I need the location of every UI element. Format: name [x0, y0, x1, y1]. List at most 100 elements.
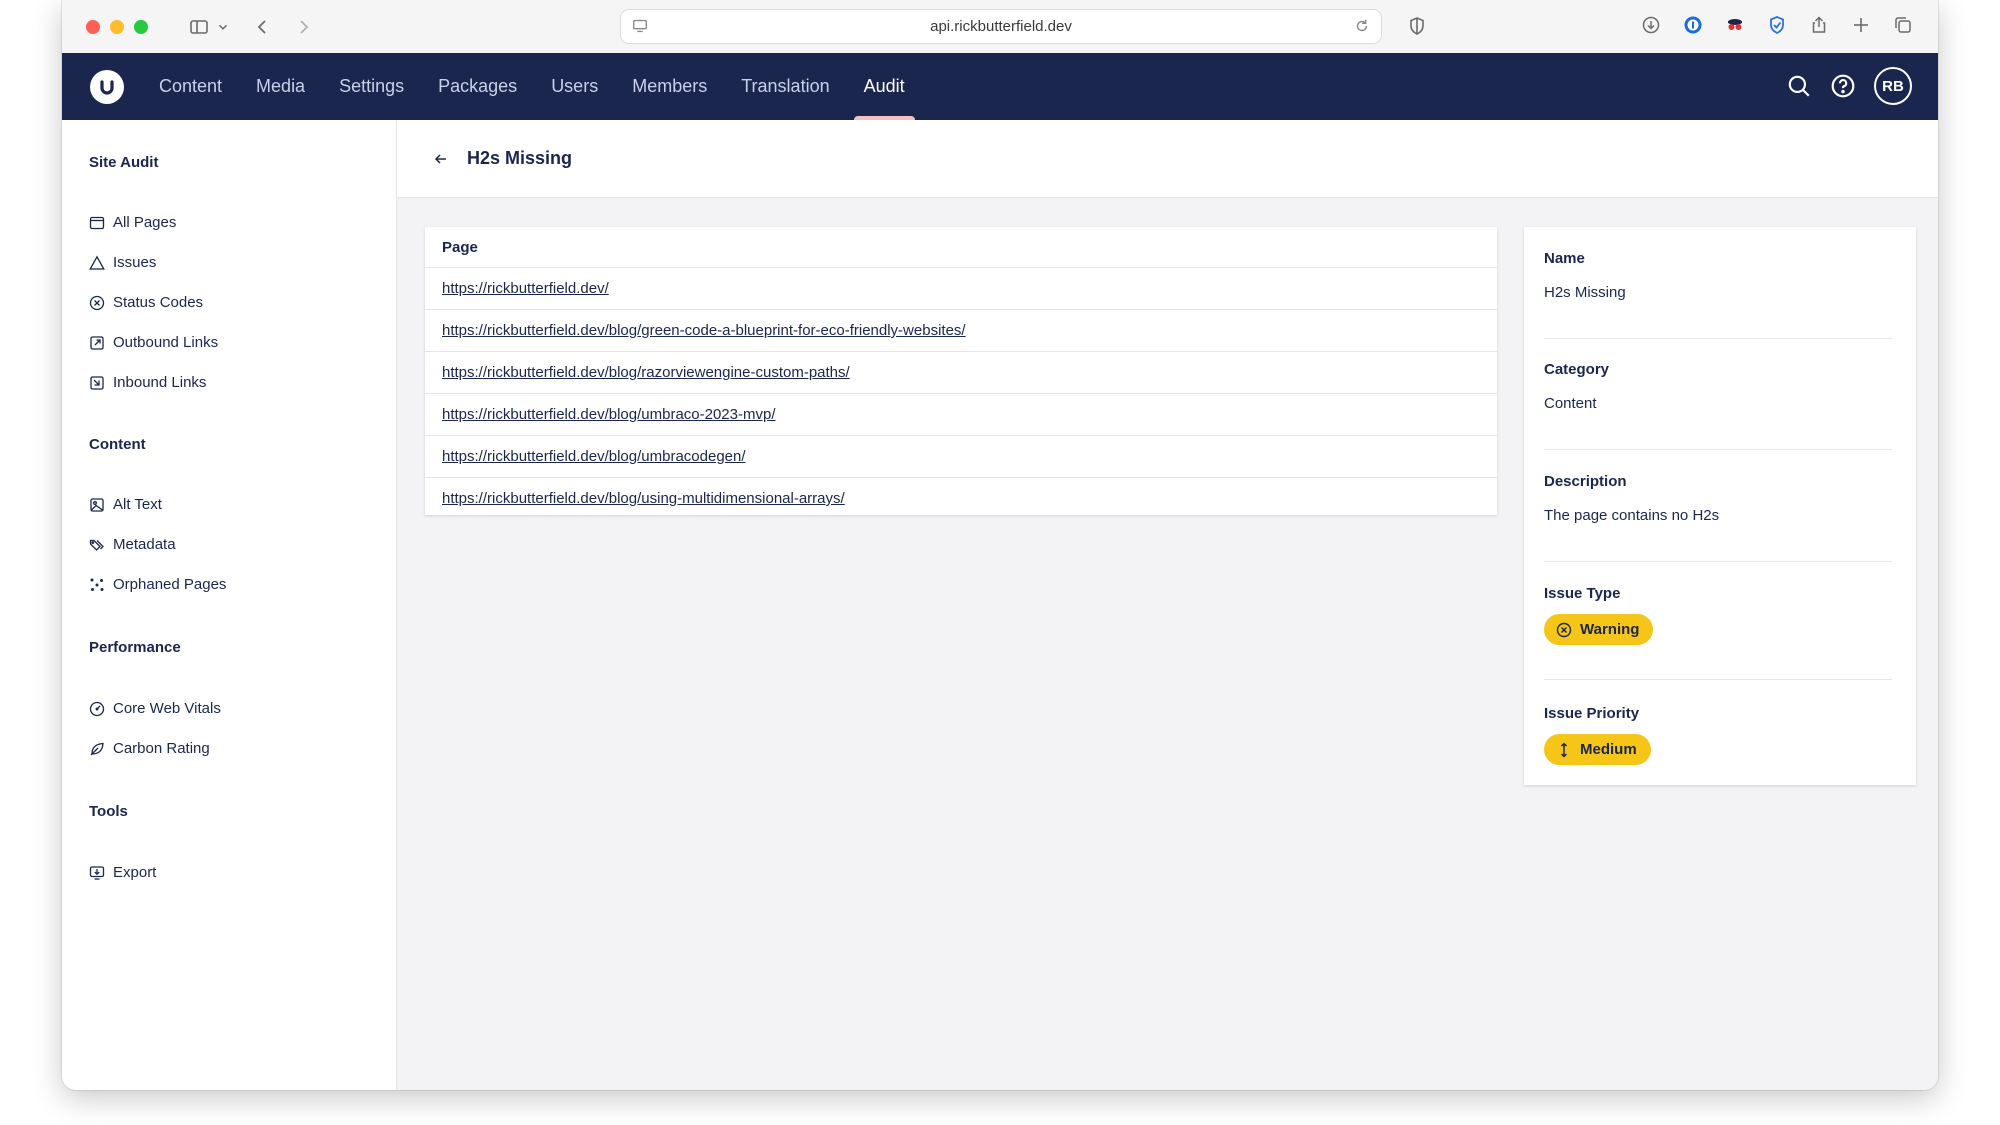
- sidebar-item-export[interactable]: Export: [89, 864, 156, 881]
- password-manager-icon[interactable]: [1678, 10, 1708, 40]
- back-button[interactable]: [429, 147, 453, 171]
- detail-name: Name H2s Missing: [1544, 250, 1892, 339]
- page-link[interactable]: https://rickbutterfield.dev/: [442, 280, 609, 297]
- nav-settings[interactable]: Settings: [322, 53, 421, 120]
- sidebar-item-orphaned-pages[interactable]: Orphaned Pages: [89, 576, 226, 593]
- arrow-left-icon: [434, 153, 446, 164]
- tab-overview-icon[interactable]: [1888, 10, 1918, 40]
- address-bar[interactable]: api.rickbutterfield.dev: [620, 9, 1382, 44]
- sidebar-item-status-codes[interactable]: Status Codes: [89, 294, 203, 311]
- reload-icon[interactable]: [1353, 17, 1371, 35]
- external-link-icon: [90, 335, 104, 350]
- sidebar-item-label: Carbon Rating: [113, 740, 210, 757]
- detail-label: Category: [1544, 361, 1610, 378]
- main-nav: Content Media Settings Packages Users Me…: [142, 53, 922, 120]
- user-avatar[interactable]: RB: [1874, 67, 1912, 105]
- detail-value: Content: [1544, 395, 1597, 412]
- issue-priority-badge: Medium: [1544, 734, 1651, 765]
- table-row: https://rickbutterfield.dev/blog/razorvi…: [425, 352, 1497, 394]
- circle-x-icon: [89, 295, 105, 310]
- chevron-down-icon[interactable]: [214, 12, 232, 42]
- sidebar-item-label: Export: [113, 864, 157, 881]
- image-icon: [90, 497, 104, 512]
- warning-triangle-icon: [89, 254, 105, 270]
- circle-x-icon: [1556, 622, 1572, 637]
- close-window-button[interactable]: [86, 19, 100, 34]
- new-tab-icon[interactable]: [1846, 10, 1876, 40]
- sidebar-toggle-icon[interactable]: [184, 12, 214, 42]
- detail-label: Issue Priority: [1544, 705, 1640, 722]
- sidebar-group-content: Content: [89, 436, 146, 453]
- shield-check-icon[interactable]: [1762, 10, 1792, 40]
- privacy-shield-icon[interactable]: [1402, 11, 1432, 41]
- detail-category: Category Content: [1544, 361, 1892, 450]
- nav-media[interactable]: Media: [239, 53, 322, 120]
- nav-translation[interactable]: Translation: [724, 53, 846, 120]
- nav-users[interactable]: Users: [534, 53, 615, 120]
- forward-icon[interactable]: [288, 12, 318, 42]
- sidebar-group-site-audit: Site Audit: [89, 154, 159, 171]
- zoom-window-button[interactable]: [134, 19, 148, 34]
- help-icon[interactable]: [1830, 73, 1856, 99]
- sidebar-item-label: Orphaned Pages: [113, 576, 227, 593]
- scatter-icon: [90, 578, 104, 591]
- sidebar-item-carbon-rating[interactable]: Carbon Rating: [89, 740, 210, 757]
- tags-icon: [89, 539, 104, 551]
- browser-extensions: [1636, 10, 1918, 40]
- sidebar-item-label: All Pages: [113, 214, 177, 231]
- sidebar-item-metadata[interactable]: Metadata: [89, 536, 176, 553]
- nav-audit[interactable]: Audit: [847, 53, 922, 120]
- app-header: Content Media Settings Packages Users Me…: [62, 53, 1938, 120]
- nav-packages[interactable]: Packages: [421, 53, 534, 120]
- sidebar: Site Audit All Pages Issues Status Codes…: [62, 120, 397, 1090]
- sidebar-item-alt-text[interactable]: Alt Text: [89, 496, 162, 513]
- browser-toolbar: api.rickbutterfield.dev: [62, 0, 1938, 54]
- minimize-window-button[interactable]: [110, 19, 124, 34]
- detail-issue-type: Issue Type Warning: [1544, 585, 1892, 680]
- nav-members[interactable]: Members: [615, 53, 724, 120]
- issue-type-badge: Warning: [1544, 614, 1654, 645]
- gauge-icon: [89, 701, 105, 716]
- page-title: H2s Missing: [467, 148, 573, 168]
- page-link[interactable]: https://rickbutterfield.dev/blog/green-c…: [442, 322, 966, 339]
- detail-label: Issue Type: [1544, 585, 1621, 602]
- vertical-arrows-icon: [1560, 741, 1568, 758]
- search-icon[interactable]: [1786, 73, 1812, 99]
- sidebar-item-inbound-links[interactable]: Inbound Links: [89, 374, 206, 391]
- detail-label: Description: [1544, 473, 1627, 490]
- sidebar-item-all-pages[interactable]: All Pages: [89, 214, 176, 231]
- sidebar-item-outbound-links[interactable]: Outbound Links: [89, 334, 218, 351]
- table-header-page: Page: [425, 227, 1497, 268]
- site-settings-icon[interactable]: [631, 17, 649, 35]
- back-icon[interactable]: [248, 12, 278, 42]
- badge-label: Medium: [1580, 741, 1637, 758]
- detail-description: Description The page contains no H2s: [1544, 473, 1892, 562]
- url-text[interactable]: api.rickbutterfield.dev: [930, 18, 1072, 35]
- page-link[interactable]: https://rickbutterfield.dev/blog/umbraco…: [442, 406, 776, 423]
- header-actions: RB: [1786, 67, 1912, 105]
- umbraco-logo[interactable]: [90, 69, 124, 104]
- inbound-link-icon: [90, 375, 104, 390]
- sidebar-item-issues[interactable]: Issues: [89, 254, 156, 271]
- table-row: https://rickbutterfield.dev/: [425, 268, 1497, 310]
- sidebar-item-label: Issues: [113, 254, 157, 271]
- browser-window: api.rickbutterfield.dev Content Media Se…: [62, 0, 1938, 1090]
- sidebar-item-label: Core Web Vitals: [113, 700, 221, 717]
- share-icon[interactable]: [1804, 10, 1834, 40]
- detail-value: H2s Missing: [1544, 284, 1626, 301]
- sidebar-item-label: Inbound Links: [113, 374, 207, 391]
- downloads-icon[interactable]: [1636, 10, 1666, 40]
- page-link[interactable]: https://rickbutterfield.dev/blog/umbraco…: [442, 448, 746, 465]
- leaf-icon: [90, 742, 104, 755]
- nav-content[interactable]: Content: [142, 53, 239, 120]
- page-link[interactable]: https://rickbutterfield.dev/blog/razorvi…: [442, 364, 850, 381]
- main-content: H2s Missing Page https://rickbutterfield…: [397, 120, 1938, 1090]
- sidebar-item-label: Outbound Links: [113, 334, 219, 351]
- sidebar-item-core-web-vitals[interactable]: Core Web Vitals: [89, 700, 221, 717]
- issue-details-card: Name H2s Missing Category Content Descri…: [1524, 227, 1916, 785]
- browser-window-icon: [89, 216, 105, 229]
- page-link[interactable]: https://rickbutterfield.dev/blog/using-m…: [442, 490, 845, 507]
- sidebar-group-tools: Tools: [89, 803, 128, 820]
- spy-extension-icon[interactable]: [1720, 10, 1750, 40]
- table-row: https://rickbutterfield.dev/blog/green-c…: [425, 310, 1497, 352]
